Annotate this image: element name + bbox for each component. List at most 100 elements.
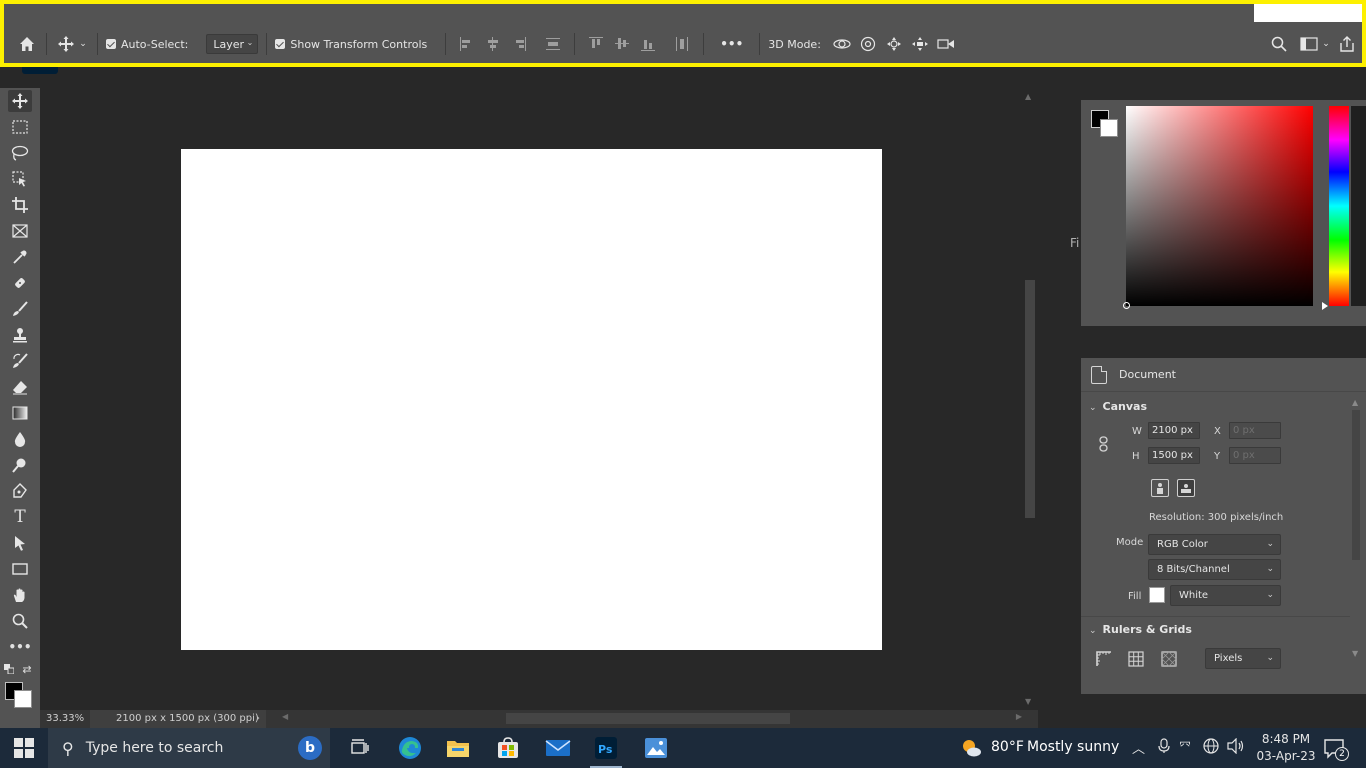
- fill-color-swatch[interactable]: [1149, 587, 1165, 603]
- align-center-horizontal-icon[interactable]: [486, 37, 500, 51]
- align-top-icon[interactable]: [589, 37, 604, 51]
- x-field[interactable]: 0 px: [1229, 422, 1281, 439]
- rectangle-tool-icon[interactable]: [8, 558, 32, 580]
- distribute-vertical-icon[interactable]: [546, 37, 561, 51]
- weather-description[interactable]: Mostly sunny: [1027, 739, 1119, 755]
- slide-3d-icon[interactable]: [909, 33, 931, 55]
- eraser-tool-icon[interactable]: [8, 376, 32, 398]
- auto-select-dropdown[interactable]: Layer ⌄: [206, 34, 259, 54]
- zoom-tool-icon[interactable]: [8, 610, 32, 632]
- type-tool-icon[interactable]: T: [8, 506, 32, 528]
- share-icon[interactable]: [1336, 33, 1358, 55]
- photos-icon[interactable]: [632, 728, 680, 768]
- y-field[interactable]: 0 px: [1229, 447, 1281, 464]
- file-explorer-icon[interactable]: [434, 728, 482, 768]
- show-hidden-icons-chevron-up-icon[interactable]: ︿: [1132, 738, 1145, 757]
- roll-3d-icon[interactable]: [857, 33, 879, 55]
- move-tool-icon[interactable]: [8, 90, 32, 112]
- zoom-level[interactable]: 33.33%: [40, 712, 86, 726]
- align-right-icon[interactable]: [512, 37, 527, 51]
- search-icon[interactable]: [1268, 33, 1290, 55]
- document-info[interactable]: 2100 px x 1500 px (300 ppi) ›: [90, 710, 266, 728]
- scroll-down-icon[interactable]: ▼: [1352, 649, 1358, 658]
- edit-toolbar-icon[interactable]: •••: [8, 636, 32, 658]
- eyedropper-tool-icon[interactable]: [8, 246, 32, 268]
- move-tool-icon[interactable]: [55, 33, 77, 55]
- windows-start-icon[interactable]: [14, 738, 34, 758]
- microsoft-store-icon[interactable]: [484, 728, 532, 768]
- weather-sun-icon[interactable]: [960, 737, 982, 759]
- clock-date[interactable]: 03-Apr-23: [1254, 749, 1318, 763]
- hue-slider-marker-icon[interactable]: [1322, 302, 1328, 310]
- meet-now-icon[interactable]: [1157, 738, 1171, 758]
- pan-3d-icon[interactable]: [883, 33, 905, 55]
- swap-colors-icon[interactable]: ⇄: [20, 662, 34, 676]
- color-field-cursor[interactable]: [1123, 302, 1130, 309]
- distribute-horizontal-icon[interactable]: [675, 37, 689, 51]
- scroll-up-icon[interactable]: ▲: [1352, 398, 1358, 407]
- chevron-down-icon[interactable]: ⌄: [1320, 33, 1332, 55]
- object-selection-tool-icon[interactable]: [8, 168, 32, 190]
- gradient-tool-icon[interactable]: [8, 402, 32, 424]
- task-view-icon[interactable]: [336, 728, 384, 768]
- scroll-down-icon[interactable]: ▼: [1025, 697, 1031, 706]
- background-color-swatch[interactable]: [14, 690, 32, 708]
- align-left-icon[interactable]: [460, 37, 474, 51]
- brush-tool-icon[interactable]: [8, 298, 32, 320]
- width-field[interactable]: 2100 px: [1148, 422, 1200, 439]
- frame-tool-icon[interactable]: [8, 220, 32, 242]
- fill-dropdown[interactable]: White ⌄: [1170, 585, 1281, 606]
- document-canvas[interactable]: [181, 149, 882, 650]
- scroll-left-icon[interactable]: ◀: [282, 712, 288, 721]
- align-middle-vertical-icon[interactable]: [615, 37, 630, 51]
- taskbar-search-box[interactable]: ⚲ Type here to search b: [48, 728, 330, 768]
- show-transform-checkbox[interactable]: [275, 39, 286, 49]
- ruler-icon[interactable]: [1096, 651, 1112, 671]
- clone-stamp-tool-icon[interactable]: [8, 324, 32, 346]
- orbit-3d-icon[interactable]: [831, 33, 853, 55]
- bing-icon[interactable]: b: [298, 736, 322, 760]
- default-colors-icon[interactable]: [2, 662, 16, 676]
- pen-tool-icon[interactable]: [8, 480, 32, 502]
- dodge-tool-icon[interactable]: [8, 454, 32, 476]
- color-mode-dropdown[interactable]: RGB Color ⌄: [1148, 534, 1281, 555]
- rulers-grids-section-header[interactable]: ⌄ Rulers & Grids: [1089, 623, 1192, 636]
- vertical-scroll-thumb[interactable]: [1025, 280, 1035, 518]
- scroll-right-icon[interactable]: ▶: [1016, 712, 1022, 721]
- mail-icon[interactable]: [534, 728, 582, 768]
- input-method-icon[interactable]: 㓁: [1179, 738, 1191, 755]
- grid-icon[interactable]: [1128, 651, 1144, 671]
- hand-tool-icon[interactable]: [8, 584, 32, 606]
- vertical-scrollbar[interactable]: ▲ ▼: [1022, 88, 1038, 710]
- workspace-icon[interactable]: [1298, 33, 1320, 55]
- horizontal-scroll-thumb[interactable]: [506, 713, 790, 724]
- background-color-swatch[interactable]: [1100, 119, 1118, 137]
- scale-3d-camera-icon[interactable]: [935, 33, 957, 55]
- properties-scrollbar[interactable]: ▲ ▼: [1350, 398, 1362, 688]
- history-brush-tool-icon[interactable]: [8, 350, 32, 372]
- crop-tool-icon[interactable]: [8, 194, 32, 216]
- network-globe-icon[interactable]: [1203, 738, 1219, 758]
- portrait-orientation-icon[interactable]: [1151, 479, 1169, 497]
- marquee-tool-icon[interactable]: [8, 116, 32, 138]
- clock-time[interactable]: 8:48 PM: [1254, 732, 1318, 746]
- pixel-grid-icon[interactable]: [1161, 651, 1177, 671]
- path-selection-tool-icon[interactable]: [8, 532, 32, 554]
- hue-slider[interactable]: [1322, 106, 1349, 310]
- scroll-up-icon[interactable]: ▲: [1025, 92, 1031, 101]
- volume-icon[interactable]: [1227, 737, 1245, 758]
- color-field[interactable]: [1123, 106, 1313, 309]
- home-icon[interactable]: [16, 33, 38, 55]
- more-options-icon[interactable]: •••: [720, 37, 743, 51]
- canvas-section-header[interactable]: ⌄ Canvas: [1089, 400, 1147, 413]
- bit-depth-dropdown[interactable]: 8 Bits/Channel ⌄: [1148, 559, 1281, 580]
- edge-browser-icon[interactable]: [386, 728, 434, 768]
- ruler-units-dropdown[interactable]: Pixels ⌄: [1205, 648, 1281, 669]
- link-dimensions-icon[interactable]: [1098, 436, 1110, 452]
- healing-brush-tool-icon[interactable]: [8, 272, 32, 294]
- align-bottom-icon[interactable]: [641, 37, 656, 51]
- properties-scroll-thumb[interactable]: [1352, 410, 1360, 560]
- lasso-tool-icon[interactable]: [8, 142, 32, 164]
- photoshop-taskbar-icon[interactable]: Ps: [582, 728, 630, 768]
- weather-temperature[interactable]: 80°F: [991, 739, 1024, 755]
